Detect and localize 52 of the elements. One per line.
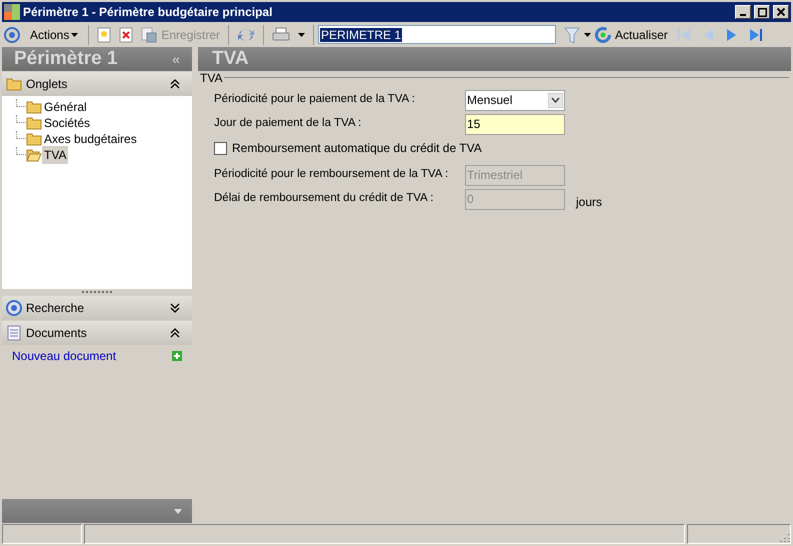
maximize-button[interactable] — [754, 5, 770, 19]
field-label: Délai de remboursement du crédit de TVA : — [214, 191, 434, 206]
minimize-icon — [740, 14, 746, 16]
folder-icon — [26, 115, 42, 131]
search-field[interactable]: PERIMETRE 1 — [318, 25, 556, 44]
target-icon — [6, 300, 22, 316]
document-icon — [6, 325, 22, 341]
input-field[interactable]: 15 — [465, 114, 565, 134]
field-label: Périodicité pour le remboursement de la TVA : — [214, 167, 450, 182]
open-folder-icon — [26, 147, 42, 163]
sync-icon[interactable] — [237, 26, 256, 42]
folder-icon — [6, 76, 22, 92]
checkbox-label: Remboursement automatique du crédit de TVA — [232, 140, 482, 157]
dropdown[interactable]: Mensuel — [465, 90, 565, 110]
unit-label: jours — [576, 194, 602, 211]
add-icon[interactable] — [172, 351, 182, 361]
refresh-button[interactable]: Actualiser — [584, 26, 668, 44]
close-icon — [777, 8, 785, 16]
caret-icon — [584, 32, 592, 36]
target-icon[interactable] — [4, 26, 20, 42]
app-icon — [4, 4, 20, 20]
tree-item[interactable]: Général — [42, 98, 89, 116]
section-header[interactable]: Onglets — [2, 72, 192, 96]
tree-item[interactable]: Sociétés — [42, 114, 92, 132]
printer-icon[interactable] — [272, 26, 290, 42]
content-title: TVA — [212, 46, 249, 71]
field-label: Périodicité pour le paiement de la TVA : — [214, 92, 416, 108]
close-button[interactable] — [773, 5, 789, 19]
new-document-icon[interactable] — [97, 26, 112, 42]
refresh-icon — [595, 26, 612, 42]
section-header[interactable]: Recherche — [2, 296, 192, 320]
minimize-button[interactable] — [735, 5, 751, 19]
group-title: TVA — [200, 72, 222, 84]
maximize-icon — [758, 8, 766, 16]
actions-button[interactable]: Actions — [28, 26, 80, 44]
checkbox[interactable] — [214, 142, 227, 154]
last-icon[interactable] — [748, 26, 764, 42]
tree-item[interactable]: TVA — [42, 146, 68, 164]
folder-icon — [26, 99, 42, 115]
caret-icon[interactable] — [298, 32, 306, 36]
window-title: Périmètre 1 - Périmètre budgétaire principal — [23, 4, 274, 21]
folder-icon — [26, 131, 42, 147]
new-document-link[interactable]: Nouveau document — [12, 347, 172, 365]
filter-icon[interactable] — [564, 26, 580, 44]
caret-icon — [71, 32, 78, 36]
dropdown-arrow-icon — [548, 92, 563, 108]
panel-title: Périmètre 1 — [14, 46, 119, 71]
tree-item[interactable]: Axes budgétaires — [42, 130, 139, 148]
save-icon — [141, 26, 158, 42]
delete-icon[interactable] — [119, 26, 134, 42]
section-header[interactable]: Documents — [2, 321, 192, 345]
field-label: Jour de paiement de la TVA : — [214, 116, 362, 132]
